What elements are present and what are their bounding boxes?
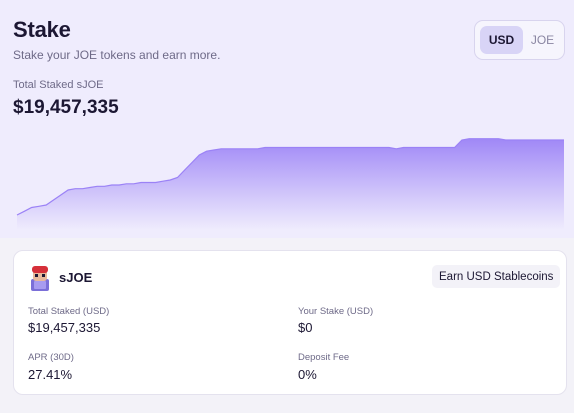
earn-badge: Earn USD Stablecoins (432, 265, 561, 288)
stat-label-your-stake: Your Stake (USD) (298, 306, 374, 317)
currency-usd-button[interactable]: USD (480, 26, 523, 54)
stat-value-your-stake: $0 (298, 320, 313, 335)
stake-hero: Stake Stake your JOE tokens and earn mor… (0, 0, 574, 238)
stat-label-deposit-fee: Deposit Fee (298, 352, 350, 363)
total-staked-label: Total Staked sJOE (13, 79, 104, 91)
stat-label-apr: APR (30D) (28, 352, 74, 363)
total-staked-chart (16, 138, 564, 230)
token-name: sJOE (59, 270, 93, 285)
currency-toggle: USD JOE (474, 20, 565, 60)
page-title: Stake (13, 17, 71, 42)
stat-value-apr: 27.41% (28, 367, 73, 382)
chart-area-fill (17, 138, 564, 230)
stat-value-deposit-fee: 0% (298, 367, 317, 382)
stat-value-total-staked: $19,457,335 (28, 320, 101, 335)
total-staked-value: $19,457,335 (13, 97, 119, 118)
sjoe-stake-card[interactable]: sJOE Earn USD Stablecoins Total Staked (… (13, 250, 567, 395)
joe-mascot-icon (31, 266, 49, 291)
currency-joe-button[interactable]: JOE (524, 26, 561, 54)
stat-label-total-staked: Total Staked (USD) (28, 306, 110, 317)
page-subtitle: Stake your JOE tokens and earn more. (13, 48, 221, 62)
